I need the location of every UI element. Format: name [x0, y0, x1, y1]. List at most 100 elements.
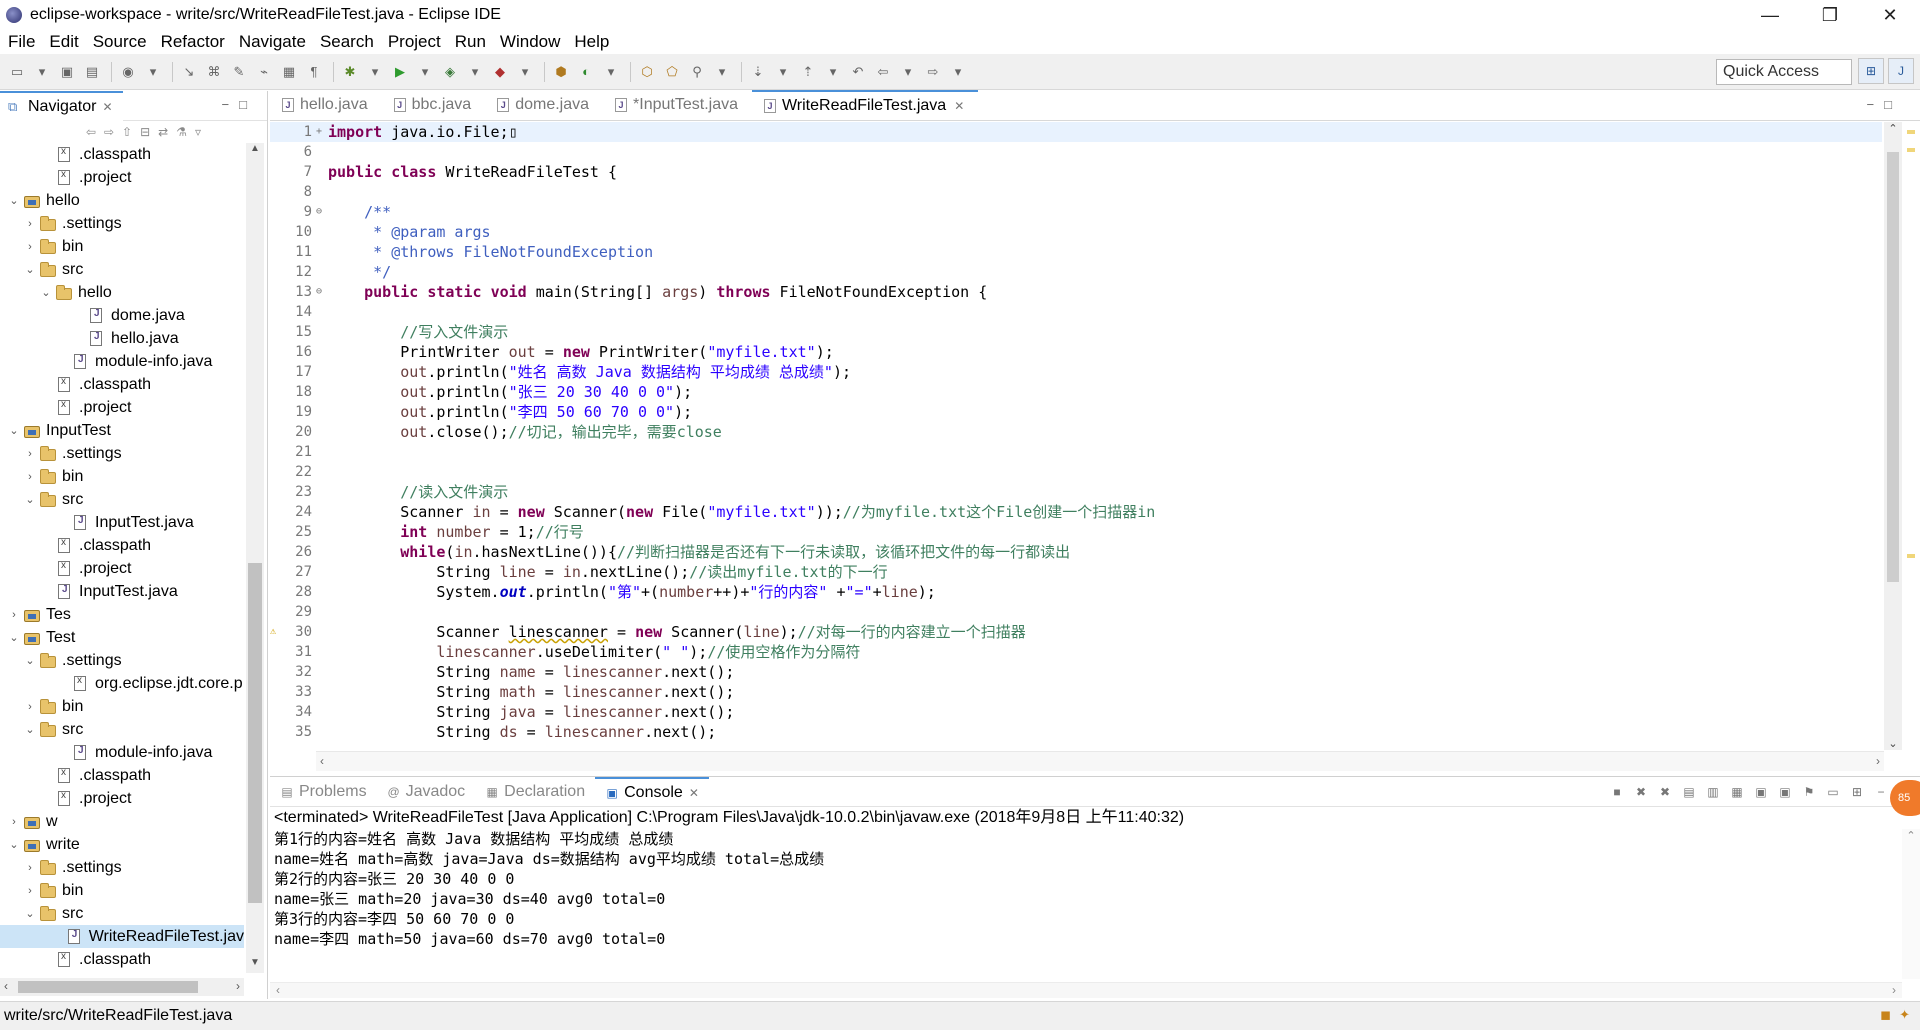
expand-arrow-icon[interactable]: ⌄ — [40, 286, 52, 299]
scroll-up-icon[interactable]: ⌃ — [1902, 829, 1920, 842]
code-line[interactable]: 8 — [270, 182, 1882, 202]
tree-item[interactable]: ⌄ InputTest — [0, 419, 244, 442]
expand-arrow-icon[interactable]: ⌄ — [24, 654, 36, 667]
collapse-arrow-icon[interactable]: › — [24, 701, 36, 713]
code-line[interactable]: 29 — [270, 602, 1882, 622]
tab-navigator[interactable]: ⧉ Navigator ✕ — [0, 90, 123, 121]
toggle-breadcrumb-icon[interactable]: ⌘ — [203, 61, 225, 83]
show-on-error-icon[interactable]: ▣ — [1776, 783, 1794, 801]
code-line[interactable]: 28 System.out.println("第"+(number++)+"行的… — [270, 582, 1882, 602]
dropdown-icon[interactable]: ▾ — [464, 61, 486, 83]
scroll-down-icon[interactable]: ⌄ — [1884, 737, 1902, 750]
code-line[interactable]: 33 String math = linescanner.next(); — [270, 682, 1882, 702]
close-icon[interactable]: ✕ — [102, 100, 112, 114]
scroll-right-icon[interactable]: › — [1892, 983, 1896, 997]
up-icon[interactable]: ⇧ — [122, 125, 132, 139]
code-line[interactable]: 14 — [270, 302, 1882, 322]
tree-item[interactable]: ⌄ write — [0, 833, 244, 856]
tree-item[interactable]: .project — [0, 396, 244, 419]
tree-item[interactable]: › bin — [0, 879, 244, 902]
minimize-maximize-icons[interactable]: −□ — [222, 97, 257, 112]
scrollbar-thumb[interactable] — [18, 981, 198, 993]
search-icon[interactable]: ⚲ — [686, 61, 708, 83]
fold-toggle-icon[interactable]: + — [316, 122, 328, 142]
whitespace-icon[interactable]: ¶ — [303, 61, 325, 83]
editor-tab[interactable]: Jdome.java — [485, 90, 603, 120]
menu-refactor[interactable]: Refactor — [161, 32, 225, 52]
editor-tab[interactable]: J WriteReadFileTest.java ✕ — [751, 90, 979, 120]
menu-help[interactable]: Help — [574, 32, 609, 52]
code-line[interactable]: 1 + import java.io.File;▯ — [270, 122, 1882, 142]
expand-arrow-icon[interactable]: ⌄ — [24, 723, 36, 736]
tree-item[interactable]: › w — [0, 810, 244, 833]
back-icon[interactable]: ⇦ — [872, 61, 894, 83]
link-icon[interactable]: ⌁ — [253, 61, 275, 83]
code-line[interactable]: 13 ⊖ public static void main(String[] arg… — [270, 282, 1882, 302]
external-tools-icon[interactable]: ◆ — [489, 61, 511, 83]
overview-ruler[interactable] — [1904, 122, 1918, 750]
code-line[interactable]: 34 String java = linescanner.next(); — [270, 702, 1882, 722]
menu-project[interactable]: Project — [388, 32, 441, 52]
open-console-icon[interactable]: ⊞ — [1848, 783, 1866, 801]
dropdown-icon[interactable]: ▾ — [31, 61, 53, 83]
tree-item[interactable]: ⌄ src — [0, 718, 244, 741]
dropdown-icon[interactable]: ▾ — [897, 61, 919, 83]
code-line[interactable]: 20 out.close();//切记，输出完毕，需要close — [270, 422, 1882, 442]
save-icon[interactable]: ▣ — [56, 61, 78, 83]
collapse-all-icon[interactable]: ⊟ — [140, 125, 150, 139]
code-line[interactable]: 10 * @param args — [270, 222, 1882, 242]
tree-item[interactable]: .project — [0, 166, 244, 189]
expand-arrow-icon[interactable]: ⌄ — [8, 838, 20, 851]
prev-annotation-icon[interactable]: ⇡ — [797, 61, 819, 83]
tree-item[interactable]: .classpath — [0, 373, 244, 396]
code-line[interactable]: 9 ⊖ /** — [270, 202, 1882, 222]
edit-icon[interactable]: ✎ — [228, 61, 250, 83]
scrollbar-thumb[interactable] — [248, 563, 262, 903]
display-console-icon[interactable]: ▭ — [1824, 783, 1842, 801]
last-edit-icon[interactable]: ↶ — [847, 61, 869, 83]
scrollbar-thumb[interactable] — [1887, 152, 1899, 582]
open-task-icon[interactable]: ⬠ — [661, 61, 683, 83]
scroll-up-icon[interactable]: ⌃ — [1884, 122, 1902, 135]
menu-navigate[interactable]: Navigate — [239, 32, 306, 52]
code-line[interactable]: 27 String line = in.nextLine();//读出myfil… — [270, 562, 1882, 582]
quick-access-input[interactable]: Quick Access — [1716, 59, 1852, 85]
tree-item[interactable]: ⌄ Test — [0, 626, 244, 649]
editor-horizontal-scrollbar[interactable]: ‹ › — [316, 751, 1884, 771]
terminate-icon[interactable]: ■ — [1608, 783, 1626, 801]
block-select-icon[interactable]: ▦ — [278, 61, 300, 83]
code-line[interactable]: ⚠ 30 Scanner linescanner = new Scanner(li… — [270, 622, 1882, 642]
editor-vertical-scrollbar[interactable]: ⌃ ⌄ — [1884, 122, 1902, 750]
back-icon[interactable]: ⇦ — [86, 125, 96, 139]
tree-item[interactable]: ⌄ src — [0, 902, 244, 925]
collapse-arrow-icon[interactable]: › — [8, 816, 20, 828]
menu-run[interactable]: Run — [455, 32, 486, 52]
filter-icon[interactable]: ⚗ — [176, 125, 187, 139]
open-perspective-icon[interactable]: ⊞ — [1858, 58, 1884, 84]
tree-item[interactable]: › .settings — [0, 212, 244, 235]
code-line[interactable]: 15 //写入文件演示 — [270, 322, 1882, 342]
save-all-icon[interactable]: ▤ — [81, 61, 103, 83]
code-line[interactable]: 16 PrintWriter out = new PrintWriter("my… — [270, 342, 1882, 362]
forward-icon[interactable]: ⇨ — [922, 61, 944, 83]
dropdown-icon[interactable]: ▾ — [142, 61, 164, 83]
code-line[interactable]: 22 — [270, 462, 1882, 482]
coverage-icon[interactable]: ◈ — [439, 61, 461, 83]
code-line[interactable]: 26 while(in.hasNextLine()){//判断扫描器是否还有下一… — [270, 542, 1882, 562]
collapse-arrow-icon[interactable]: › — [24, 885, 36, 897]
tree-item[interactable]: WriteReadFileTest.jav — [0, 925, 244, 948]
code-line[interactable]: 17 out.println("姓名 高数 Java 数据结构 平均成绩 总成绩… — [270, 362, 1882, 382]
code-line[interactable]: 6 — [270, 142, 1882, 162]
minimize-icon[interactable]: − — [1872, 783, 1890, 801]
code-line[interactable]: 7 public class WriteReadFileTest { — [270, 162, 1882, 182]
collapse-arrow-icon[interactable]: › — [24, 471, 36, 483]
fold-toggle-icon[interactable]: ⊖ — [316, 202, 328, 222]
scroll-lock-icon[interactable]: ▥ — [1704, 783, 1722, 801]
code-line[interactable]: 19 out.println("李四 50 60 70 0 0"); — [270, 402, 1882, 422]
next-annotation-icon[interactable]: ⇣ — [747, 61, 769, 83]
collapse-arrow-icon[interactable]: › — [24, 218, 36, 230]
editor-tab[interactable]: Jhello.java — [270, 90, 382, 120]
notification-badge[interactable]: 85 — [1890, 780, 1920, 816]
code-line[interactable]: 11 * @throws FileNotFoundException — [270, 242, 1882, 262]
tab-console[interactable]: ▣ Console ✕ — [595, 776, 709, 807]
